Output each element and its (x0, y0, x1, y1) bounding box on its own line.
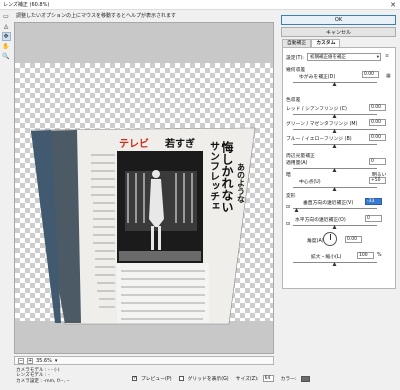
grid-size-input[interactable]: 64 (262, 375, 274, 382)
zoom-out-button[interactable]: − (18, 357, 24, 364)
distortion-label: ゆがみを補正(D) (299, 75, 336, 80)
scale-unit: % (377, 253, 382, 258)
camera-info: カメラモデル : - - (-) レンズモデル : - カメラ設定 : -mm,… (16, 368, 70, 384)
transform-section-title: 変形 (286, 194, 296, 199)
preview-canvas[interactable]: テレビ 若すぎ サンフレッチェ 悔しかれない あのような (14, 22, 274, 354)
slider-thumb[interactable] (332, 168, 337, 172)
preview-checkbox[interactable] (132, 375, 137, 381)
blue-yellow-input[interactable]: 0.00 (369, 134, 386, 141)
horizontal-perspective-icon: ⊡ (286, 222, 291, 227)
slider-thumb[interactable] (332, 82, 337, 86)
zoom-tool-icon[interactable]: 🔍 (2, 52, 11, 61)
tab-bar: 自動補正 カスタム (282, 39, 341, 47)
settings-menu-icon[interactable]: ≡ (385, 54, 389, 59)
help-hint-text: 調整したいオプションの上にマウスを移動するとヘルプが表示されます (16, 13, 177, 19)
tab-custom[interactable]: カスタム (311, 39, 341, 47)
settings-dropdown[interactable]: 初期補正値を補正 ▾ (307, 53, 381, 61)
scale-label: 拡大・縮小(L) (311, 255, 342, 260)
midpoint-label: 中心点(U) (299, 180, 321, 185)
tab-auto-correction[interactable]: 自動補正 (282, 39, 312, 47)
blue-yellow-slider[interactable] (293, 142, 377, 148)
red-cyan-slider[interactable] (293, 112, 377, 118)
horizontal-perspective-slider[interactable] (293, 223, 377, 229)
amount-slider[interactable] (293, 166, 377, 172)
preview-label: プレビュー(P) (141, 377, 172, 382)
settings-label: 設定(T): (286, 56, 304, 61)
scale-input[interactable]: 100 (357, 252, 374, 259)
horizontal-perspective-label: 水平方向の遠近補正(O) (295, 218, 346, 223)
hand-tool-icon[interactable]: ✋ (2, 42, 11, 51)
headline-1: テレビ (119, 137, 149, 150)
distortion-input[interactable]: 0.00 (362, 71, 379, 78)
window-title: レンズ補正 (60.8%) (3, 2, 50, 8)
midpoint-input[interactable]: +50 (369, 177, 386, 184)
chevron-down-icon: ▾ (376, 55, 379, 60)
slider-thumb[interactable] (332, 187, 337, 191)
angle-dial[interactable] (323, 232, 337, 246)
vertical-perspective-icon: ⊡ (286, 205, 291, 210)
slider-thumb[interactable] (332, 225, 337, 229)
big-vertical-text: 悔しかれない (220, 140, 234, 213)
move-grid-tool-icon[interactable]: ✥ (1, 32, 11, 41)
ok-button[interactable]: OK (281, 15, 396, 25)
red-cyan-label: レッド / シアンフリンジ (C) (286, 107, 347, 112)
cancel-button[interactable]: キャンセル (281, 27, 396, 37)
column-text: あのような (237, 163, 246, 203)
horizontal-perspective-input[interactable]: 0 (365, 215, 382, 222)
zoom-bar: − + 35.6% ▾ (14, 356, 274, 365)
blue-yellow-label: ブルー / イエローフリンジ (B) (286, 137, 352, 142)
grid-toggle-icon[interactable]: ▦ (386, 73, 391, 79)
tool-palette: ▭ ◬ ✥ ✋ 🔍 (0, 10, 12, 70)
straighten-tool-icon[interactable]: ◬ (2, 22, 11, 31)
camera-settings: カメラ設定 : -mm, f/--, -- (16, 378, 70, 384)
slider-thumb[interactable] (332, 262, 337, 266)
slider-thumb[interactable] (332, 129, 337, 133)
geometric-section-title: 幾何収差 (286, 68, 306, 73)
green-magenta-label: グリーン / マゼンタフリンジ (M) (286, 122, 358, 127)
slider-thumb[interactable] (294, 208, 299, 212)
zoom-level[interactable]: 35.6% (36, 358, 52, 364)
custom-tab-body: 設定(T): 初期補正値を補正 ▾ ≡ 幾何収差 ゆがみを補正(D) 0.00 … (282, 47, 396, 289)
right-title: サンフレッチェ (208, 141, 220, 211)
slider-thumb[interactable] (332, 114, 337, 118)
window-titlebar: レンズ補正 (60.8%) ✕ (0, 0, 400, 10)
chevron-down-icon[interactable]: ▾ (55, 358, 58, 364)
settings-panel: OK キャンセル 自動補正 カスタム 設定(T): 初期補正値を補正 ▾ ≡ 幾… (278, 10, 400, 390)
zoom-in-button[interactable]: + (27, 357, 33, 364)
scale-slider[interactable] (293, 260, 377, 266)
midpoint-slider[interactable] (293, 185, 377, 191)
size-label: サイズ(Z): (235, 377, 259, 382)
vertical-perspective-slider[interactable] (293, 206, 377, 212)
red-cyan-input[interactable]: 0.00 (369, 104, 386, 111)
vertical-perspective-label: 垂直方向の遠近補正(V) (303, 201, 354, 206)
corrected-photo: テレビ 若すぎ サンフレッチェ 悔しかれない あのような (30, 127, 256, 325)
grid-label: グリッドを表示(G) (187, 377, 229, 382)
vignette-section-title: 周辺光量補正 (286, 154, 315, 159)
dark-label: 暗 (286, 173, 291, 178)
green-magenta-input[interactable]: 0.00 (369, 119, 386, 126)
angle-input[interactable]: 0.00 (345, 236, 362, 243)
distortion-slider[interactable] (293, 80, 377, 86)
close-icon[interactable]: ✕ (390, 1, 396, 9)
distortion-tool-icon[interactable]: ▭ (2, 12, 11, 21)
amount-label: 適用量(A) (286, 161, 308, 166)
grid-checkbox[interactable] (178, 376, 184, 381)
amount-input[interactable]: 0 (369, 158, 386, 165)
vertical-perspective-input[interactable]: -33 (365, 198, 382, 205)
angle-label: 角度(A) (307, 239, 324, 244)
settings-dropdown-value: 初期補正値を補正 (310, 55, 346, 60)
green-magenta-slider[interactable] (293, 127, 377, 133)
slider-thumb[interactable] (332, 144, 337, 148)
headline-2: 若すぎ (164, 137, 195, 150)
chromatic-section-title: 色収差 (286, 98, 301, 103)
